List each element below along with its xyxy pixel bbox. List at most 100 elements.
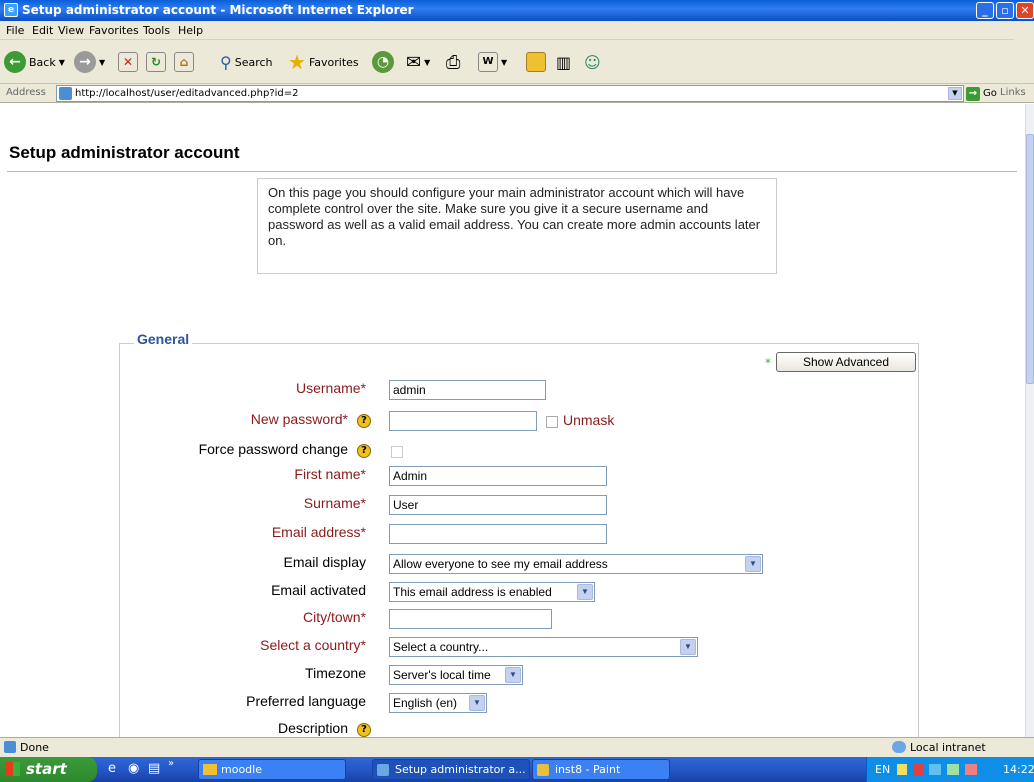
folder-icon <box>526 52 546 72</box>
address-dropdown-icon[interactable]: ▼ <box>948 87 962 100</box>
quicklaunch-expand-icon[interactable]: » <box>168 758 174 769</box>
start-label: start <box>26 760 67 778</box>
timezone-label: Timezone <box>305 665 366 681</box>
surname-label: Surname* <box>303 495 366 511</box>
search-button[interactable]: ⚲ Search <box>220 48 273 76</box>
history-button[interactable]: ◔ <box>372 48 394 76</box>
email-display-select[interactable]: Allow everyone to see my email address ▼ <box>389 554 763 574</box>
menu-tools[interactable]: Tools <box>143 24 170 37</box>
favorites-button[interactable]: ★ Favorites <box>288 48 359 76</box>
address-label: Address <box>6 87 46 98</box>
first-name-input[interactable]: Admin <box>389 466 607 486</box>
email-display-label: Email display <box>283 554 366 570</box>
discuss-button[interactable] <box>526 48 546 76</box>
start-button[interactable]: start <box>0 757 97 782</box>
force-password-label: Force password change <box>198 441 348 457</box>
help-icon[interactable]: ? <box>357 444 371 458</box>
scrollbar-thumb[interactable] <box>1026 134 1034 384</box>
minimize-button[interactable]: _ <box>976 2 994 19</box>
new-password-input[interactable] <box>389 411 537 431</box>
windows-flag-icon <box>6 762 20 776</box>
unmask-checkbox[interactable] <box>546 416 558 428</box>
home-button[interactable]: ⌂ <box>174 48 194 76</box>
paint-icon <box>537 764 549 776</box>
quicklaunch-ie-icon[interactable]: e <box>108 761 116 776</box>
chevron-down-icon: ▼ <box>680 639 696 655</box>
links-label[interactable]: Links <box>1000 87 1026 98</box>
status-text: Done <box>20 741 49 754</box>
go-label: Go <box>983 88 997 99</box>
forward-arrow-icon: → <box>74 51 96 73</box>
history-icon: ◔ <box>372 51 394 73</box>
vertical-scrollbar[interactable] <box>1025 104 1034 737</box>
clock: 14:22 <box>1003 763 1034 776</box>
quicklaunch-browser-icon[interactable]: ◉ <box>128 761 139 776</box>
menu-favorites[interactable]: Favorites <box>89 24 139 37</box>
toolbar: ← Back ▼ → ▼ ✕ ↻ ⌂ ⚲ Search ★ Favorites ◔ … <box>0 40 1034 84</box>
email-activated-label: Email activated <box>271 582 366 598</box>
email-input[interactable] <box>389 524 607 544</box>
chevron-down-icon: ▼ <box>745 556 761 572</box>
task-ie-label: Setup administrator a... <box>395 763 526 776</box>
force-password-checkbox[interactable] <box>391 446 403 458</box>
country-select[interactable]: Select a country... ▼ <box>389 637 698 657</box>
menu-help[interactable]: Help <box>178 24 203 37</box>
folder-icon <box>203 764 217 775</box>
tray-icons[interactable] <box>897 764 993 775</box>
new-password-text: New password* <box>250 411 348 427</box>
address-bar: Address http://localhost/user/editadvanc… <box>0 84 1034 103</box>
system-tray: EN 14:22 <box>866 757 1034 782</box>
address-input[interactable]: http://localhost/user/editadvanced.php?i… <box>56 85 964 102</box>
go-button[interactable]: → Go <box>966 85 997 102</box>
menu-file[interactable]: File <box>6 24 24 37</box>
menu-view[interactable]: View <box>58 24 84 37</box>
chevron-down-icon: ▼ <box>505 667 521 683</box>
username-input[interactable]: admin <box>389 380 546 400</box>
menu-edit[interactable]: Edit <box>32 24 53 37</box>
language-select[interactable]: English (en) ▼ <box>389 693 487 713</box>
refresh-button[interactable]: ↻ <box>146 48 166 76</box>
mail-button[interactable]: ✉ ▼ <box>406 48 430 76</box>
task-ie-window[interactable]: Setup administrator a... <box>372 759 530 780</box>
timezone-select[interactable]: Server's local time ▼ <box>389 665 523 685</box>
language-indicator[interactable]: EN <box>875 757 890 782</box>
print-button[interactable]: ⎙ <box>446 48 460 76</box>
country-value: Select a country... <box>393 640 489 654</box>
intranet-icon <box>892 741 906 753</box>
research-button[interactable]: ▥ <box>556 48 571 76</box>
chevron-down-icon: ▼ <box>469 695 485 711</box>
back-button[interactable]: ← Back ▼ <box>4 48 65 76</box>
forward-button[interactable]: → ▼ <box>74 48 105 76</box>
status-bar: Done Local intranet <box>0 737 1034 757</box>
stop-button[interactable]: ✕ <box>118 48 138 76</box>
surname-input[interactable]: User <box>389 495 607 515</box>
help-icon[interactable]: ? <box>357 723 371 737</box>
new-password-label: New password* <box>96 411 348 427</box>
zone-text: Local intranet <box>910 741 986 754</box>
title-divider <box>7 171 1017 172</box>
notice-box: On this page you should configure your m… <box>257 178 777 274</box>
task-moodle[interactable]: moodle <box>198 759 346 780</box>
maximize-button[interactable]: ▫ <box>996 2 1014 19</box>
print-icon: ⎙ <box>446 51 461 73</box>
city-input[interactable] <box>389 609 552 629</box>
edit-button[interactable]: W ▼ <box>478 48 507 76</box>
page-title: Setup administrator account <box>9 143 240 162</box>
ie-page-icon <box>4 741 16 753</box>
email-label: Email address* <box>271 524 366 540</box>
quicklaunch-disk-icon[interactable]: ▤ <box>148 761 160 776</box>
task-paint[interactable]: inst8 - Paint <box>532 759 670 780</box>
help-icon[interactable]: ? <box>357 414 371 428</box>
title-bar: e Setup administrator account - Microsof… <box>0 0 1034 21</box>
home-icon: ⌂ <box>174 52 194 72</box>
back-label: Back <box>29 55 56 69</box>
language-label: Preferred language <box>246 693 366 709</box>
show-advanced-button[interactable]: Show Advanced <box>776 352 916 372</box>
page-content: Setup administrator account On this page… <box>0 104 1025 737</box>
messenger-button[interactable]: ☺ <box>584 48 601 76</box>
email-activated-select[interactable]: This email address is enabled ▼ <box>389 582 595 602</box>
unmask-label: Unmask <box>563 412 615 428</box>
general-legend: General <box>134 331 193 347</box>
favorites-label: Favorites <box>308 55 359 69</box>
close-button[interactable]: ✕ <box>1016 2 1034 19</box>
